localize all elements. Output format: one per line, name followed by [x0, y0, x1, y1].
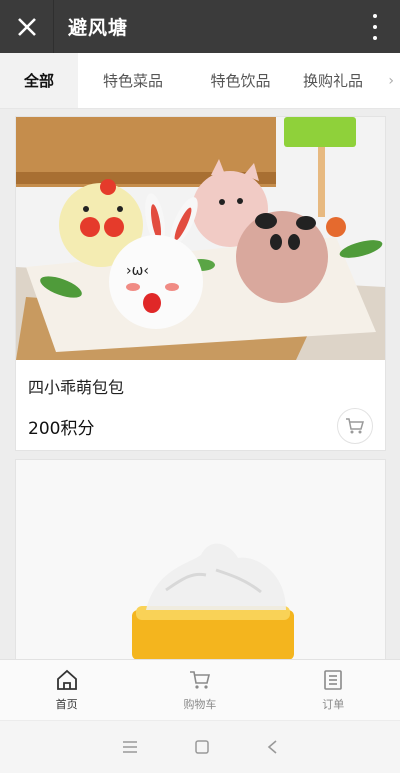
nav-cart-label: 购物车 — [183, 698, 217, 711]
product-price: 200积分 — [28, 419, 95, 439]
product-list: ›ω‹ 四小乖萌包包 200积分 — [15, 116, 386, 669]
product-name: 四小乖萌包包 — [28, 378, 125, 397]
close-icon — [17, 17, 36, 36]
tab-all[interactable]: 全部 — [0, 53, 78, 108]
nav-home-label: 首页 — [55, 698, 78, 711]
steamed-buns-photo: ›ω‹ — [16, 117, 385, 360]
orders-icon — [324, 670, 343, 690]
top-bar: 避风塘 — [0, 0, 400, 53]
nav-orders-label: 订单 — [322, 698, 345, 711]
nav-cart[interactable]: 购物车 — [133, 660, 266, 720]
tab-special-drinks[interactable]: 特色饮品 — [188, 53, 293, 108]
home-icon — [56, 669, 77, 690]
tab-gifts[interactable]: 换购礼品 — [293, 53, 400, 108]
svg-text:›ω‹: ›ω‹ — [126, 263, 149, 279]
product-footer: 200积分 — [16, 398, 385, 452]
product-card[interactable] — [15, 459, 386, 669]
page-title: 避风塘 — [68, 17, 129, 39]
nav-home[interactable]: 首页 — [0, 660, 133, 720]
cart-icon — [189, 671, 210, 689]
product-card[interactable]: ›ω‹ 四小乖萌包包 200积分 — [15, 116, 386, 451]
menu-icon[interactable] — [122, 740, 138, 754]
system-navigation-bar — [0, 720, 400, 773]
cart-icon — [346, 418, 364, 434]
tab-special-dishes[interactable]: 特色菜品 — [78, 53, 188, 108]
home-square-icon[interactable] — [194, 739, 210, 755]
app-screen: 避风塘 全部 特色菜品 特色饮品 换购礼品 › ›ω‹ 四小乖萌包包 200积分… — [0, 0, 400, 773]
category-tabs: 全部 特色菜品 特色饮品 换购礼品 › — [0, 53, 400, 109]
back-icon[interactable] — [266, 739, 278, 755]
bottom-navigation: 首页 购物车 订单 — [0, 659, 400, 720]
close-button[interactable] — [0, 0, 54, 53]
nav-orders[interactable]: 订单 — [267, 660, 400, 720]
drink-jelly-photo — [16, 460, 385, 660]
more-vertical-icon[interactable] — [370, 14, 380, 40]
chevron-right-icon: › — [388, 73, 394, 89]
add-to-cart-button[interactable] — [337, 408, 373, 444]
